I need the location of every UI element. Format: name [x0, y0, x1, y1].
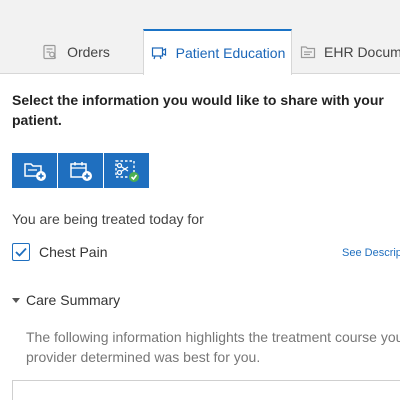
scissors-check-icon [114, 159, 139, 182]
care-summary-line-2: provider determined was best for you. [26, 349, 261, 365]
chest-pain-checkbox[interactable] [12, 243, 30, 261]
add-folder-icon [23, 162, 46, 181]
care-summary-label: Care Summary [26, 292, 121, 308]
document-icon [300, 43, 316, 61]
presentation-icon [150, 44, 168, 62]
care-summary-textbox[interactable] [12, 380, 400, 400]
share-prompt: Select the information you would like to… [12, 92, 384, 128]
action-button-group [12, 153, 150, 188]
tab-bar: Orders Patient Education EHR Documen [0, 0, 400, 75]
treated-today-label: You are being treated today for [12, 211, 204, 227]
tab-orders[interactable]: Orders [0, 30, 143, 74]
care-summary-line-1: The following information highlights the… [26, 329, 400, 345]
condition-label: Chest Pain [39, 244, 108, 260]
add-folder-button[interactable] [12, 153, 57, 188]
care-summary-toggle[interactable]: Care Summary [12, 292, 120, 308]
care-summary-text: The following information highlights the… [26, 327, 400, 367]
cut-selection-button[interactable] [104, 153, 149, 188]
tab-ehr-documents[interactable]: EHR Documen [292, 30, 400, 74]
add-calendar-icon [69, 161, 92, 181]
tab-ehr-documents-label: EHR Documen [324, 44, 400, 60]
add-calendar-button[interactable] [58, 153, 103, 188]
tab-patient-education[interactable]: Patient Education [143, 29, 292, 75]
orders-icon [41, 43, 59, 61]
caret-down-icon [12, 297, 20, 303]
tab-patient-education-label: Patient Education [175, 45, 286, 61]
checkmark-icon [15, 247, 27, 257]
see-description-link[interactable]: See Descrip [342, 247, 400, 259]
condition-row: Chest Pain See Descrip [12, 243, 400, 263]
tab-orders-label: Orders [67, 44, 110, 60]
